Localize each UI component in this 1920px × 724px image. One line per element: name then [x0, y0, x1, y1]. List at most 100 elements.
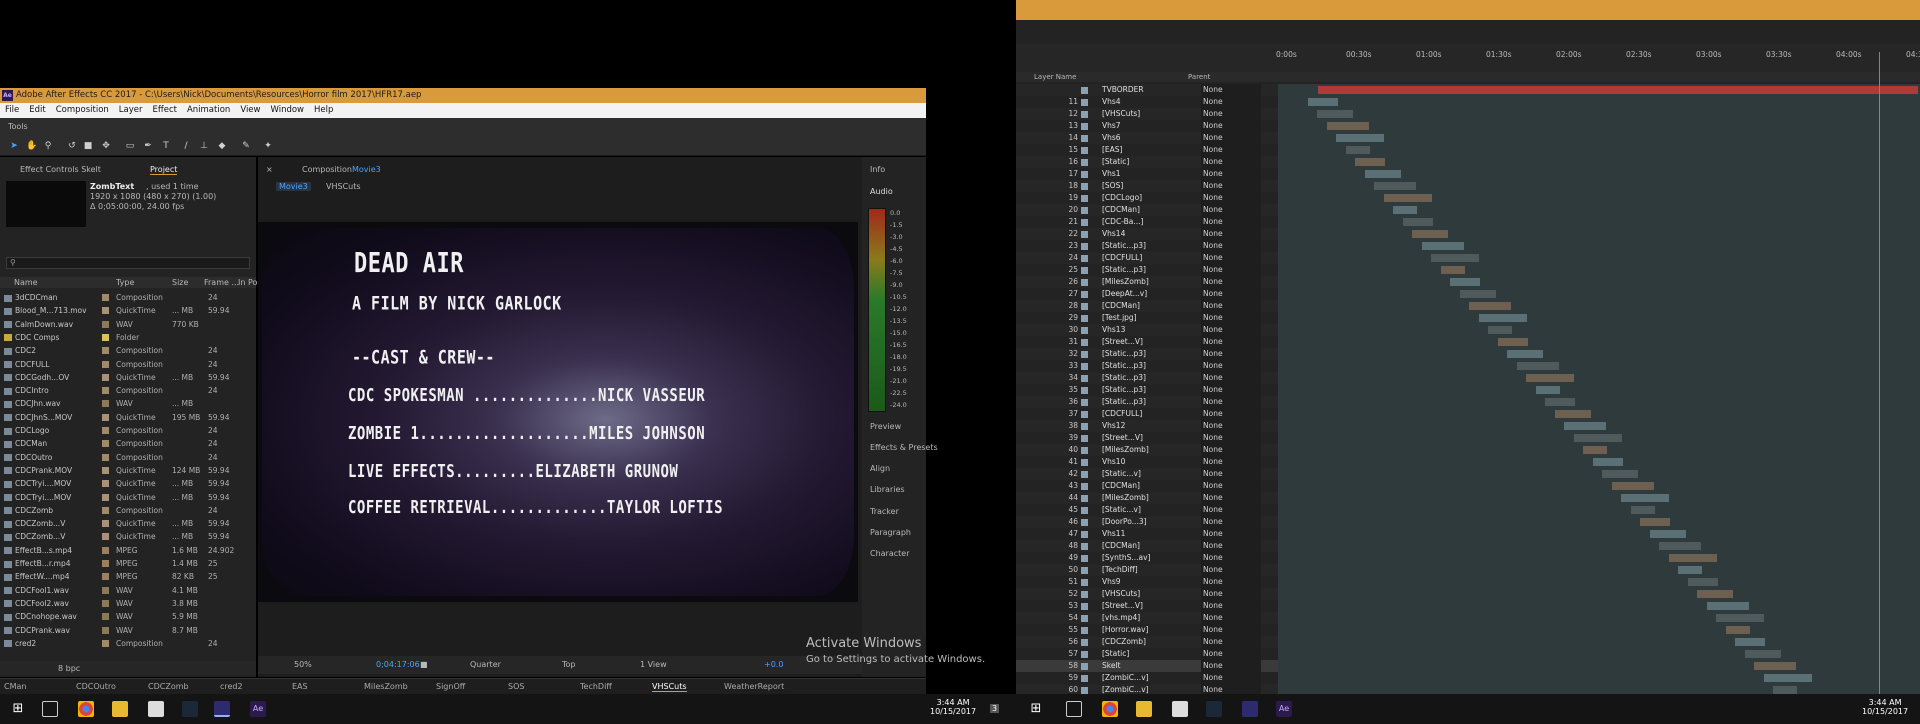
layer-duration-bar[interactable]	[1773, 686, 1797, 694]
layer-row[interactable]: 22 Vhs14 None	[1016, 228, 1920, 240]
parent-select[interactable]: None	[1201, 420, 1261, 432]
layer-label-icon[interactable]	[1081, 447, 1088, 454]
parent-select[interactable]: None	[1201, 108, 1261, 120]
menu-item-window[interactable]: Window	[265, 103, 309, 118]
layer-duration-bar[interactable]	[1440, 266, 1465, 274]
label-color-icon[interactable]	[102, 546, 109, 554]
parent-select[interactable]: None	[1201, 540, 1261, 552]
project-item[interactable]: CDCLogo Composition 24	[4, 424, 250, 437]
project-item[interactable]: EffectB...s.mp4 MPEG 1.6 MB 24.902	[4, 544, 250, 557]
layer-label-icon[interactable]	[1081, 351, 1088, 358]
layer-label-icon[interactable]	[1081, 363, 1088, 370]
label-color-icon[interactable]	[102, 626, 109, 634]
layer-duration-bar[interactable]	[1431, 254, 1479, 262]
layer-row[interactable]: 39 [Street...V] None	[1016, 432, 1920, 444]
layer-label-icon[interactable]	[1081, 171, 1088, 178]
layer-label-icon[interactable]	[1081, 339, 1088, 346]
layer-label-icon[interactable]	[1081, 591, 1088, 598]
parent-select[interactable]: None	[1201, 648, 1261, 660]
close-icon[interactable]: ×	[266, 165, 273, 174]
notification-badge[interactable]: 3	[990, 704, 1000, 713]
label-color-icon[interactable]	[102, 347, 109, 355]
parent-select[interactable]: None	[1201, 156, 1261, 168]
hand-tool-icon[interactable]: ✋	[26, 140, 38, 152]
layer-row[interactable]: 27 [DeepAt...v] None	[1016, 288, 1920, 300]
parent-select[interactable]: None	[1201, 252, 1261, 264]
layer-row[interactable]: 45 [Static...v] None	[1016, 504, 1920, 516]
layer-row[interactable]: 41 Vhs10 None	[1016, 456, 1920, 468]
task-view-icon[interactable]	[42, 701, 58, 717]
project-item[interactable]: EffectB...r.mp4 MPEG 1.4 MB 25	[4, 557, 250, 570]
layer-label-icon[interactable]	[1081, 231, 1088, 238]
layer-row[interactable]: 19 [CDCLogo] None	[1016, 192, 1920, 204]
timeline-tab-eas[interactable]: EAS	[292, 682, 308, 691]
parent-select[interactable]: None	[1201, 240, 1261, 252]
layer-row[interactable]: 33 [Static...p3] None	[1016, 360, 1920, 372]
clock-right[interactable]: 3:44 AM 10/15/2017	[1862, 698, 1908, 716]
panel-align[interactable]: Align	[870, 464, 890, 473]
label-color-icon[interactable]	[102, 520, 109, 528]
project-item[interactable]: CDCTryi....MOV QuickTime ... MB 59.94	[4, 477, 250, 490]
parent-select[interactable]: None	[1201, 348, 1261, 360]
layer-duration-bar[interactable]	[1744, 650, 1781, 658]
layer-duration-bar[interactable]	[1412, 230, 1448, 238]
parent-select[interactable]: None	[1201, 576, 1261, 588]
layer-duration-bar[interactable]	[1592, 458, 1623, 466]
menu-item-layer[interactable]: Layer	[114, 103, 148, 118]
layer-label-icon[interactable]	[1081, 243, 1088, 250]
layer-row[interactable]: 47 Vhs11 None	[1016, 528, 1920, 540]
timeline-tab-weatherreport[interactable]: WeatherReport	[724, 682, 784, 691]
media-encoder-icon[interactable]	[214, 701, 230, 717]
col-size[interactable]: Size	[172, 278, 188, 287]
layer-duration-bar[interactable]	[1450, 278, 1480, 286]
layer-duration-bar[interactable]	[1393, 206, 1417, 214]
layer-row[interactable]: 55 [Horror.wav] None	[1016, 624, 1920, 636]
layer-label-icon[interactable]	[1081, 567, 1088, 574]
menu-item-effect[interactable]: Effect	[148, 103, 182, 118]
timeline-tab-techdiff[interactable]: TechDiff	[580, 682, 612, 691]
layer-row[interactable]: 57 [Static] None	[1016, 648, 1920, 660]
layer-row[interactable]: 46 [DoorPo...3] None	[1016, 516, 1920, 528]
menu-item-file[interactable]: File	[0, 103, 24, 118]
parent-select[interactable]: None	[1201, 672, 1261, 684]
label-color-icon[interactable]	[102, 533, 109, 541]
layer-duration-bar[interactable]	[1374, 182, 1416, 190]
layer-duration-bar[interactable]	[1345, 146, 1370, 154]
pan-behind-tool-icon[interactable]: ✥	[100, 140, 112, 152]
project-item[interactable]: CDCZomb Composition 24	[4, 504, 250, 517]
layer-row[interactable]: 31 [Street...V] None	[1016, 336, 1920, 348]
label-color-icon[interactable]	[102, 387, 109, 395]
layer-duration-bar[interactable]	[1554, 410, 1591, 418]
layer-row[interactable]: 29 [Test.jpg] None	[1016, 312, 1920, 324]
parent-select[interactable]: None	[1201, 600, 1261, 612]
col-parent[interactable]: Parent	[1188, 73, 1210, 81]
steam-icon[interactable]	[182, 701, 198, 717]
layer-label-icon[interactable]	[1081, 459, 1088, 466]
layer-row[interactable]: 17 Vhs1 None	[1016, 168, 1920, 180]
layer-label-icon[interactable]	[1081, 603, 1088, 610]
layer-duration-bar[interactable]	[1668, 554, 1717, 562]
clock-left[interactable]: 3:44 AM 10/15/2017	[930, 698, 976, 716]
layer-label-icon[interactable]	[1081, 183, 1088, 190]
after-effects-icon[interactable]: Ae	[250, 701, 266, 717]
layer-duration-bar[interactable]	[1754, 662, 1796, 670]
layer-duration-bar[interactable]	[1488, 326, 1512, 334]
current-time-indicator[interactable]	[1879, 52, 1880, 694]
parent-select[interactable]: None	[1201, 660, 1261, 672]
timeline-tab-cman[interactable]: CMan	[4, 682, 26, 691]
label-color-icon[interactable]	[102, 506, 109, 514]
layer-row[interactable]: 18 [SOS] None	[1016, 180, 1920, 192]
selection-tool-icon[interactable]: ➤	[8, 140, 20, 152]
layer-label-icon[interactable]	[1081, 507, 1088, 514]
layer-label-icon[interactable]	[1081, 411, 1088, 418]
layer-row[interactable]: 51 Vhs9 None	[1016, 576, 1920, 588]
col-layer-name[interactable]: Layer Name	[1034, 73, 1076, 81]
layer-row[interactable]: 28 [CDCMan] None	[1016, 300, 1920, 312]
panel-character[interactable]: Character	[870, 549, 910, 558]
project-item[interactable]: CDCTryi....MOV QuickTime ... MB 59.94	[4, 491, 250, 504]
puppet-tool-icon[interactable]: ✦	[262, 140, 274, 152]
layer-label-icon[interactable]	[1081, 99, 1088, 106]
timeline-tab-vhscuts[interactable]: VHSCuts	[652, 682, 687, 692]
project-item[interactable]: CDC Comps Folder	[4, 331, 250, 344]
layer-label-icon[interactable]	[1081, 627, 1088, 634]
